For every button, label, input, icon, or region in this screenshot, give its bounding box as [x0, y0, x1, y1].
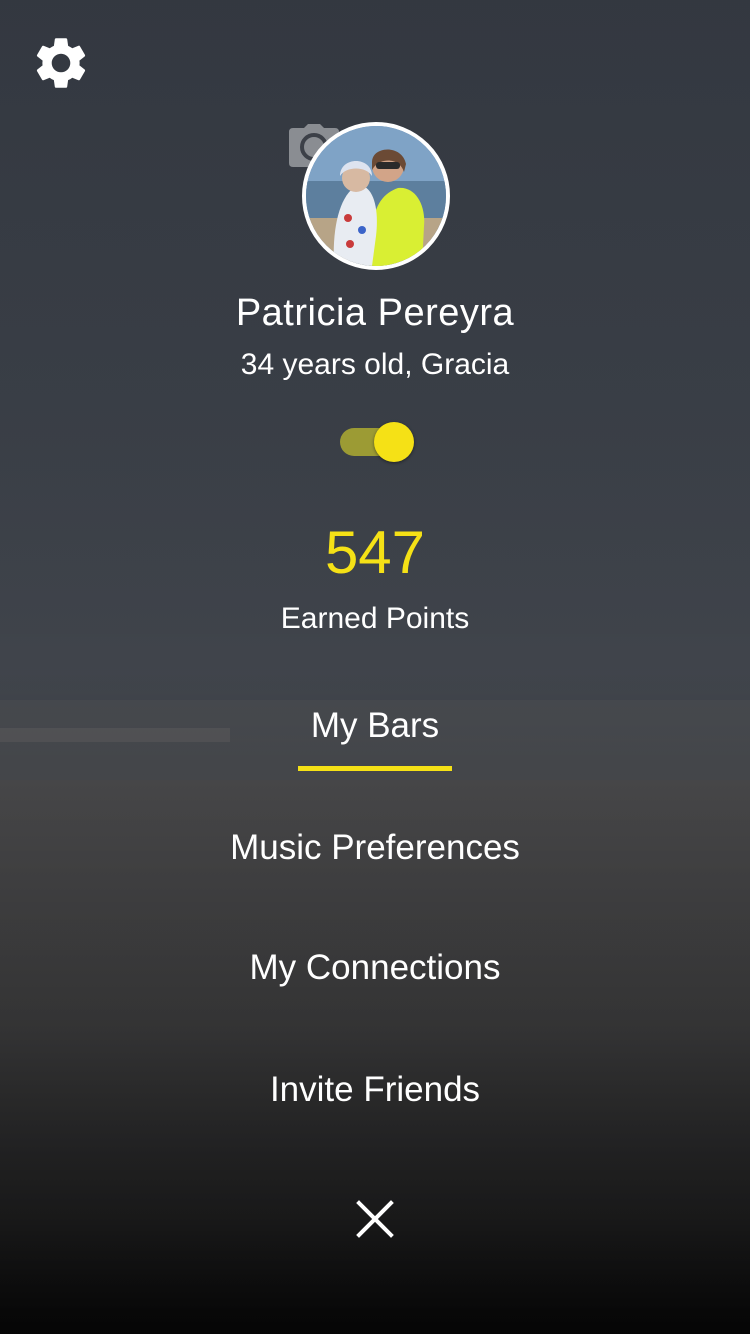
menu-item-my-connections[interactable]: My Connections: [0, 948, 750, 988]
avatar[interactable]: [302, 122, 450, 270]
profile-name: Patricia Pereyra: [235, 292, 515, 334]
points-label: Earned Points: [280, 602, 470, 635]
menu-item-invite-friends[interactable]: Invite Friends: [0, 1070, 750, 1110]
close-icon[interactable]: [351, 1195, 399, 1243]
menu-item-music-preferences[interactable]: Music Preferences: [0, 828, 750, 868]
visibility-toggle[interactable]: [338, 420, 416, 464]
gear-icon[interactable]: [30, 32, 92, 94]
toggle-knob: [374, 422, 414, 462]
profile-subtitle: 34 years old, Gracia: [240, 348, 510, 381]
menu-item-my-bars[interactable]: My Bars: [0, 706, 750, 746]
avatar-photo: [306, 126, 446, 266]
points-value: 547: [324, 519, 426, 586]
active-tab-indicator: [298, 766, 452, 771]
